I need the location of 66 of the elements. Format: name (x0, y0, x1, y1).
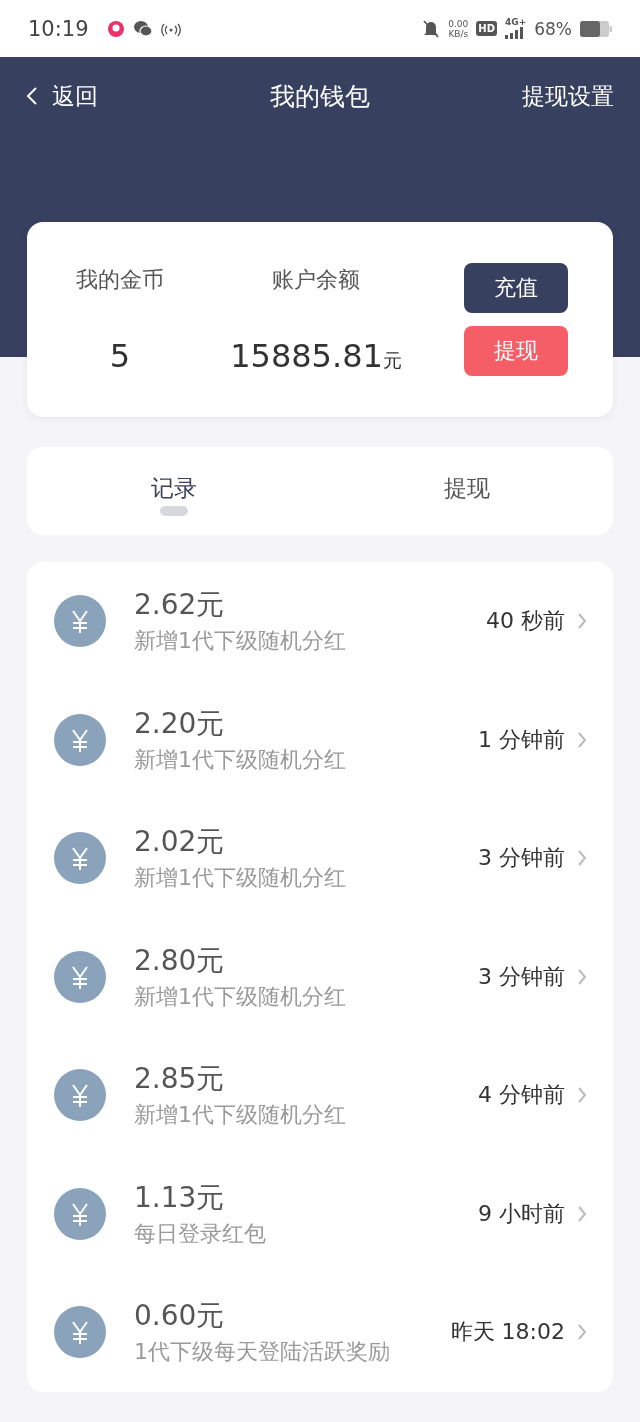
record-row[interactable]: 1.13元 每日登录红包 9 小时前 (27, 1154, 613, 1273)
app-icon (106, 19, 125, 38)
record-description: 新增1代下级随机分红 (134, 982, 347, 1011)
network-type: 4G+ (505, 18, 527, 27)
chevron-right-icon (577, 967, 587, 986)
status-time: 10:19 (28, 16, 89, 41)
tab[interactable]: 提现 (439, 466, 494, 516)
balance-value: 15885.81 (230, 336, 383, 375)
chat-icon (132, 19, 153, 38)
record-description: 新增1代下级随机分红 (134, 627, 347, 656)
coins-value: 5 (109, 336, 131, 375)
recharge-button[interactable]: 充值 (464, 263, 568, 313)
chevron-right-icon (577, 1323, 587, 1342)
yen-icon (54, 1187, 106, 1240)
record-row[interactable]: 2.02元 新增1代下级随机分红 3 分钟前 (27, 799, 613, 918)
record-row[interactable]: 2.62元 新增1代下级随机分红 40 秒前 (27, 562, 613, 681)
record-amount: 2.62元 (134, 587, 226, 624)
record-description: 新增1代下级随机分红 (134, 745, 347, 774)
record-time: 1 分钟前 (478, 725, 565, 754)
battery-icon (580, 20, 612, 37)
record-time: 9 小时前 (478, 1199, 565, 1228)
chevron-right-icon (577, 1204, 587, 1223)
chevron-right-icon (577, 849, 587, 868)
battery-percent: 68% (534, 18, 572, 39)
record-time: 40 秒前 (486, 607, 565, 636)
balance-unit: 元 (382, 347, 402, 373)
yen-icon (54, 832, 106, 885)
record-time: 3 分钟前 (478, 844, 565, 873)
record-row[interactable]: 2.20元 新增1代下级随机分红 1 分钟前 (27, 680, 613, 799)
record-description: 新增1代下级随机分红 (134, 864, 347, 893)
withdraw-settings-link[interactable]: 提现设置 (522, 80, 614, 112)
mute-bell-icon (422, 18, 441, 39)
yen-icon (54, 1069, 106, 1122)
record-amount: 2.80元 (134, 942, 226, 979)
hd-badge: HD (476, 21, 497, 36)
record-description: 新增1代下级随机分红 (134, 1101, 347, 1130)
record-row[interactable]: 0.60元 1代下级每天登陆活跃奖励 昨天 18:02 (27, 1273, 613, 1392)
record-amount: 2.20元 (134, 705, 226, 742)
yen-icon (54, 595, 106, 648)
record-description: 每日登录红包 (134, 1219, 267, 1248)
balance-label: 账户余额 (272, 265, 360, 294)
tab[interactable]: 记录 (146, 466, 201, 516)
net-unit: KB/s (448, 28, 469, 39)
signal-icon (505, 27, 525, 39)
coins-label: 我的金币 (76, 265, 164, 294)
record-time: 4 分钟前 (478, 1081, 565, 1110)
chevron-right-icon (577, 612, 587, 631)
record-row[interactable]: 2.80元 新增1代下级随机分红 3 分钟前 (27, 917, 613, 1036)
tab-indicator (159, 505, 188, 516)
yen-icon (54, 713, 106, 766)
page-title: 我的钱包 (270, 80, 370, 113)
chevron-right-icon (577, 730, 587, 749)
net-speed: 0.00 (448, 18, 469, 29)
record-amount: 1.13元 (134, 1179, 226, 1216)
back-button[interactable]: 返回 (26, 80, 98, 112)
record-amount: 0.60元 (134, 1298, 226, 1335)
record-time: 3 分钟前 (478, 962, 565, 991)
yen-icon (54, 950, 106, 1003)
record-time: 昨天 18:02 (450, 1318, 565, 1347)
record-amount: 2.85元 (134, 1061, 226, 1098)
back-chevron-icon (26, 86, 38, 106)
yen-icon (54, 1306, 106, 1359)
record-description: 1代下级每天登陆活跃奖励 (134, 1338, 391, 1367)
record-row[interactable]: 2.85元 新增1代下级随机分红 4 分钟前 (27, 1036, 613, 1155)
chevron-right-icon (577, 1086, 587, 1105)
record-amount: 2.02元 (134, 824, 226, 861)
